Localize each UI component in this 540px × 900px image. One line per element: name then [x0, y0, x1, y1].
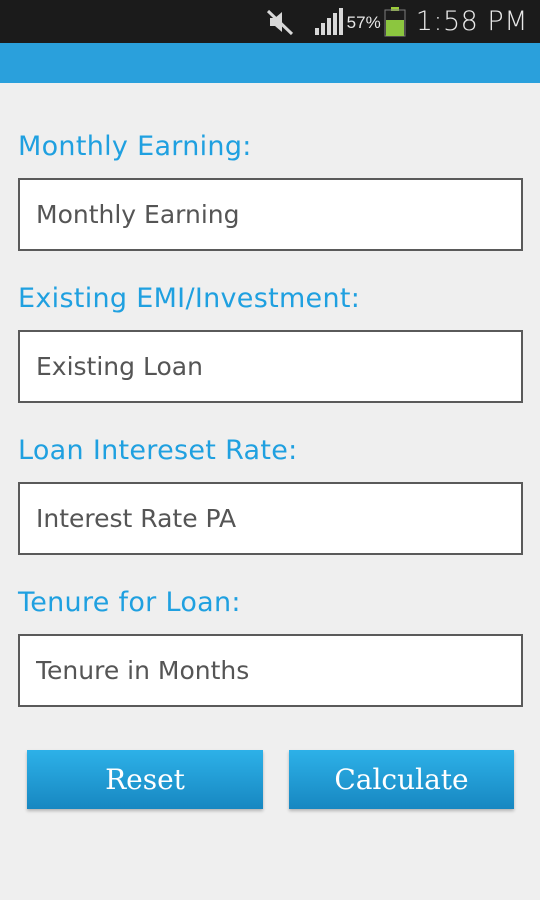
battery-icon — [384, 6, 406, 36]
tenure-input[interactable] — [18, 634, 523, 707]
existing-emi-label: Existing EMI/Investment: — [18, 283, 361, 314]
monthly-earning-label: Monthly Earning: — [18, 131, 252, 162]
existing-loan-input[interactable] — [18, 330, 523, 403]
clock: 1:58 PM — [415, 6, 528, 37]
tenure-label: Tenure for Loan: — [18, 587, 241, 618]
mute-icon — [266, 9, 293, 35]
calculate-button[interactable]: Calculate — [289, 750, 514, 809]
status-bar: 57% 1:58 PM — [0, 0, 540, 43]
loan-interest-rate-label: Loan Intereset Rate: — [18, 435, 298, 466]
monthly-earning-input[interactable] — [18, 178, 523, 251]
signal-icon — [314, 7, 343, 35]
reset-button[interactable]: Reset — [27, 750, 263, 809]
action-bar — [0, 43, 540, 83]
interest-rate-input[interactable] — [18, 482, 523, 555]
battery-percent: 57% — [346, 12, 381, 32]
